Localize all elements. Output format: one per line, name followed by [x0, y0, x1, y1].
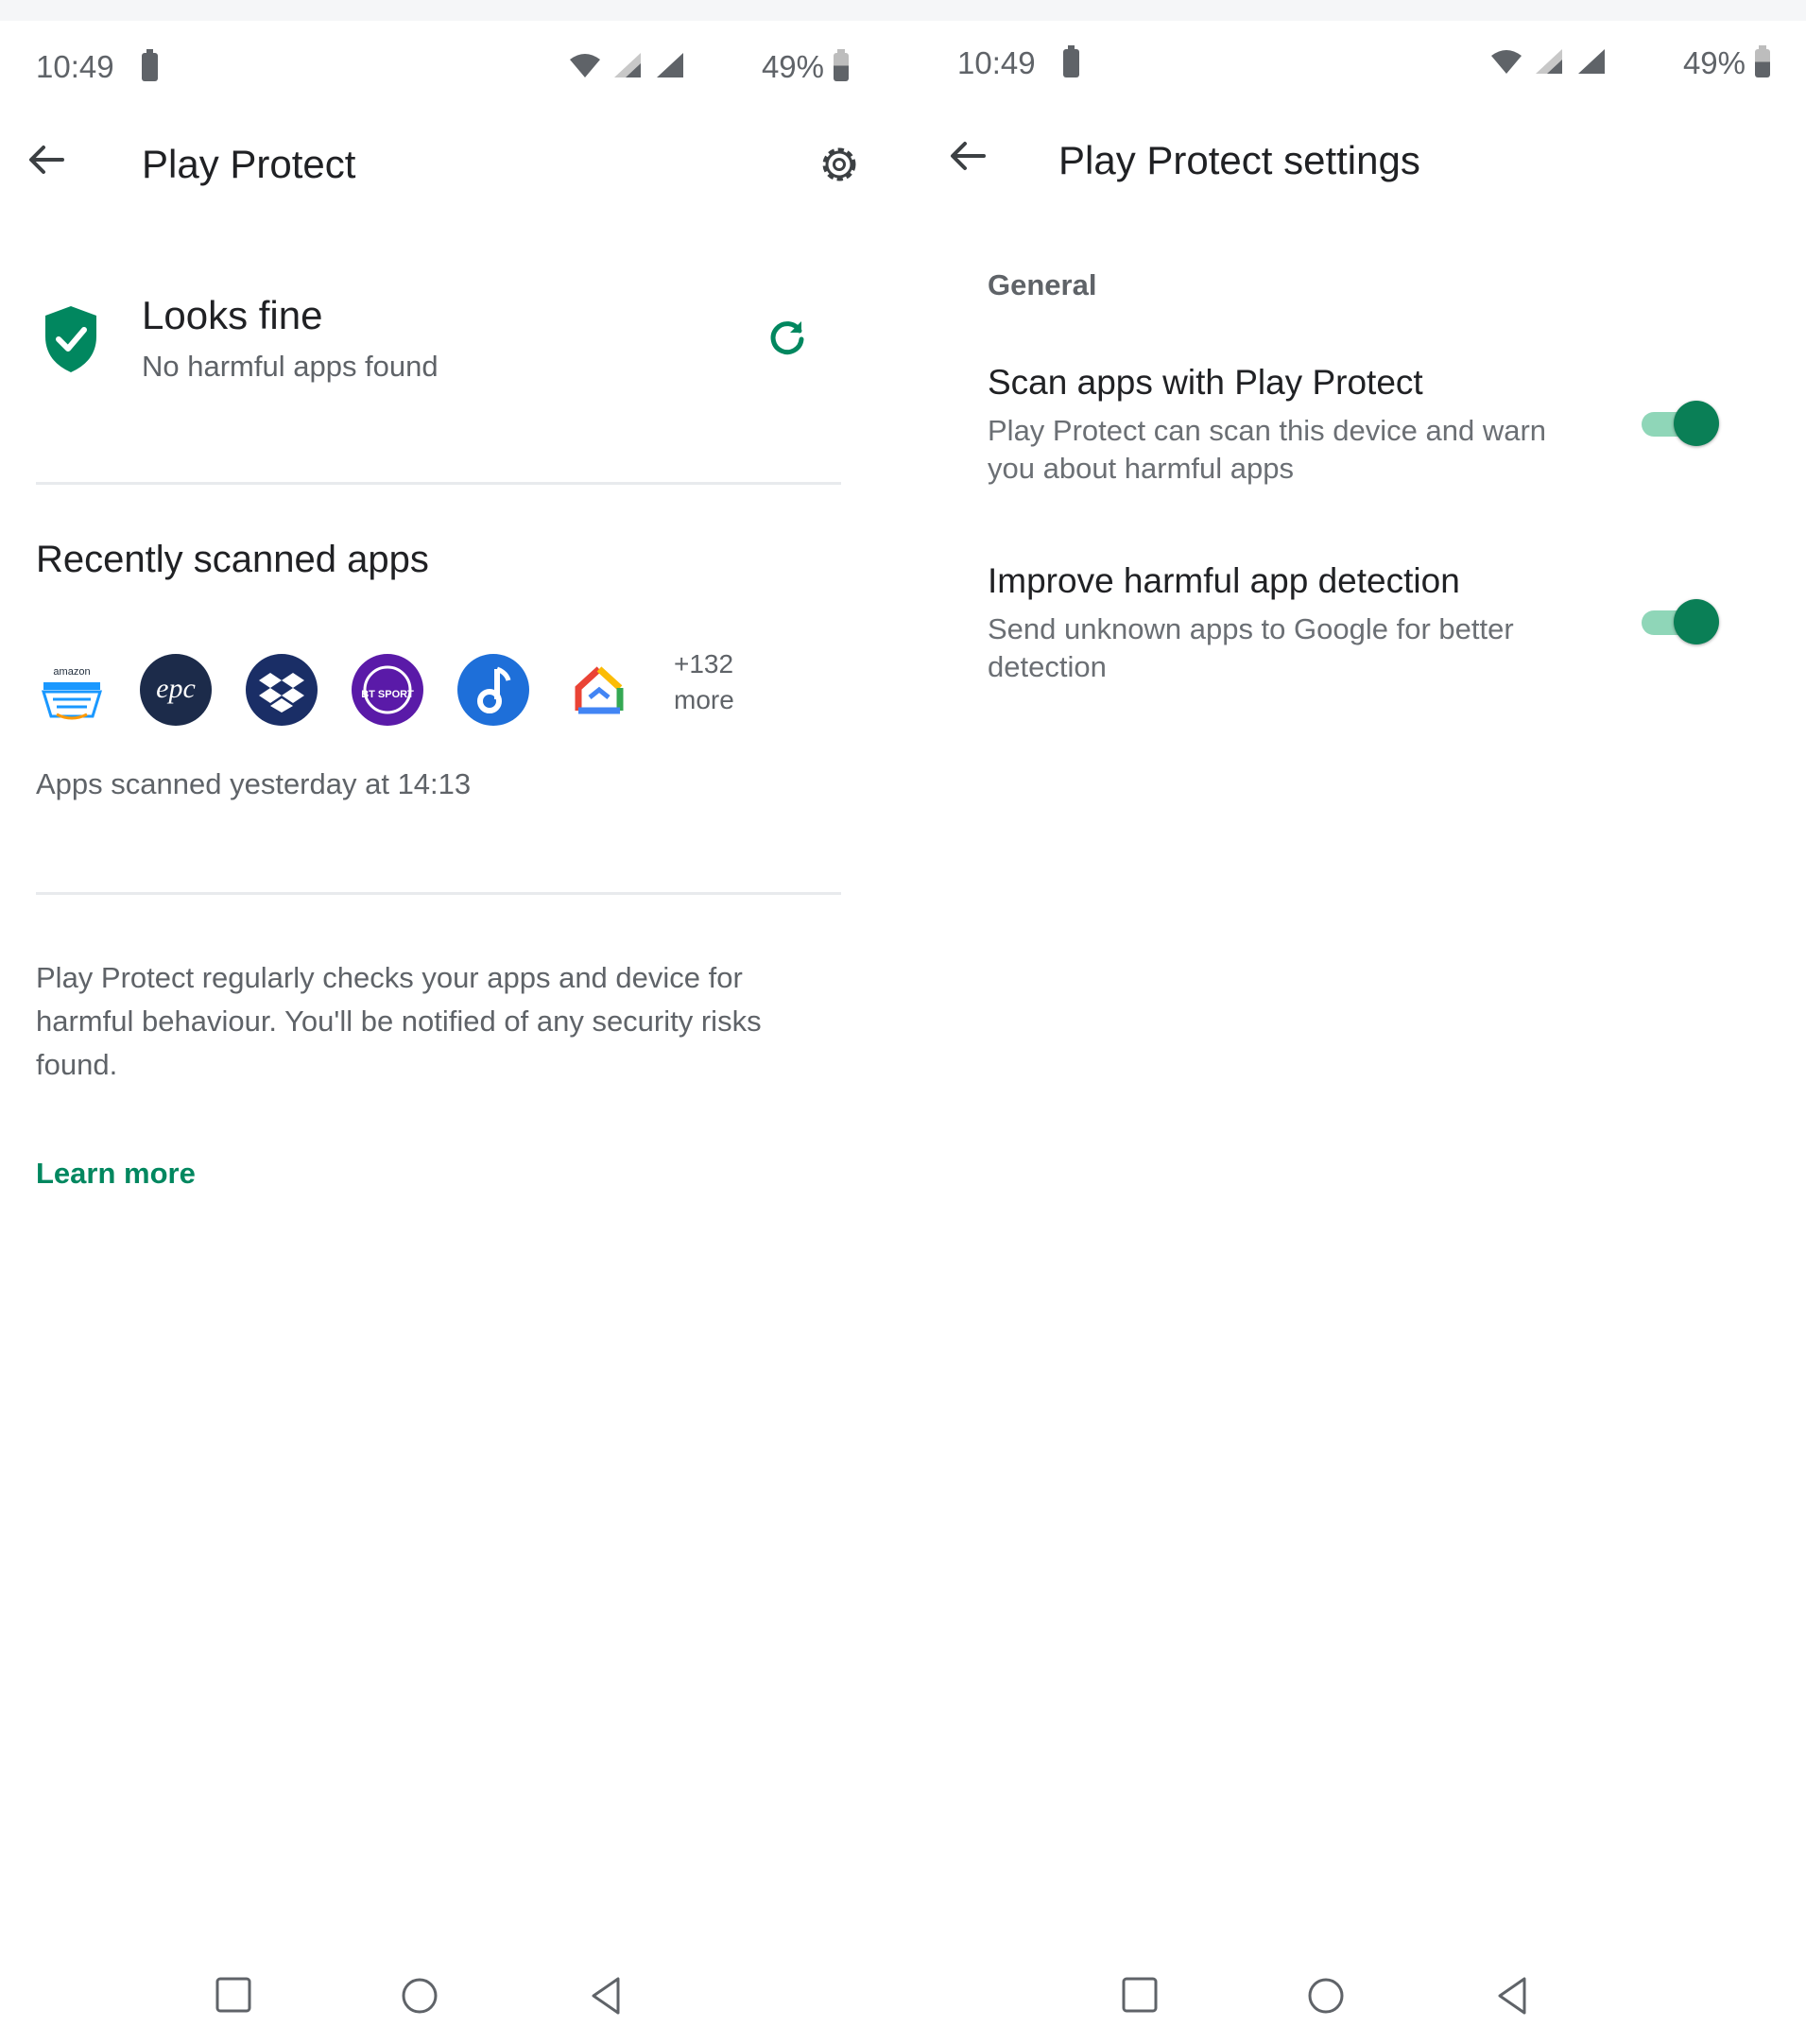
setting-title: Scan apps with Play Protect — [988, 363, 1423, 402]
music-app-icon[interactable] — [457, 654, 529, 726]
more-apps-count[interactable]: +132 more — [674, 646, 734, 718]
notification-icon — [142, 49, 158, 81]
home-circle-icon[interactable] — [1305, 1975, 1347, 2017]
app-bar: Play Protect — [0, 115, 903, 210]
wifi-icon — [570, 54, 600, 77]
section-header: General — [988, 268, 1097, 301]
svg-text:amazon: amazon — [53, 666, 90, 678]
settings-gear-icon[interactable] — [815, 140, 864, 189]
status-bar: 10:49 49% — [921, 36, 1806, 93]
back-triangle-icon[interactable] — [586, 1975, 628, 2017]
battery-percent: 49% — [761, 49, 824, 84]
scan-apps-toggle[interactable] — [1642, 401, 1719, 446]
recent-apps-row: amazon epc BT SPORT +132 more — [36, 635, 754, 739]
battery-percent: 49% — [1682, 45, 1746, 80]
wifi-icon — [1491, 50, 1522, 74]
notification-icon — [1063, 45, 1079, 77]
bt-sport-app-icon[interactable]: BT SPORT — [352, 654, 423, 726]
recent-apps-heading: Recently scanned apps — [36, 539, 429, 580]
scan-timestamp: Apps scanned yesterday at 14:13 — [36, 767, 472, 800]
setting-summary: Send unknown apps to Google for better d… — [988, 612, 1514, 683]
back-arrow-icon[interactable] — [944, 132, 991, 180]
status-subtitle: No harmful apps found — [142, 350, 439, 383]
status-title: Looks fine — [142, 293, 323, 337]
svg-text:BT SPORT: BT SPORT — [361, 689, 414, 700]
recents-square-icon[interactable] — [214, 1975, 255, 2017]
setting-summary: Play Protect can scan this device and wa… — [988, 414, 1547, 485]
signal-icon — [657, 53, 683, 77]
page-title: Play Protect — [142, 142, 356, 186]
amazon-app-icon[interactable]: amazon — [36, 654, 108, 726]
battery-icon — [834, 49, 849, 81]
play-protect-screen: 10:49 49% Play Protect Looks fine No har… — [0, 21, 903, 2044]
status-time: 10:49 — [36, 49, 114, 84]
svg-text:epc: epc — [156, 673, 196, 704]
signal-icon — [1536, 49, 1562, 74]
shield-check-icon — [45, 306, 96, 372]
top-strip — [0, 0, 1806, 21]
back-triangle-icon[interactable] — [1492, 1975, 1534, 2017]
learn-more-link[interactable]: Learn more — [36, 1157, 196, 1191]
page-title: Play Protect settings — [1058, 138, 1420, 182]
status-bar: 10:49 49% — [0, 40, 903, 96]
google-home-app-icon[interactable] — [563, 654, 635, 726]
improve-detection-toggle[interactable] — [1642, 599, 1719, 644]
signal-icon — [1578, 49, 1605, 74]
signal-icon — [614, 53, 641, 77]
recents-square-icon[interactable] — [1120, 1975, 1161, 2017]
app-bar: Play Protect settings — [921, 112, 1806, 206]
home-circle-icon[interactable] — [399, 1975, 440, 2017]
system-nav-bar — [906, 1975, 1806, 2041]
status-time: 10:49 — [957, 45, 1036, 80]
divider — [36, 482, 841, 485]
refresh-icon[interactable] — [764, 314, 811, 361]
play-protect-settings-screen: 10:49 49% Play Protect settings General … — [921, 21, 1806, 2044]
setting-title: Improve harmful app detection — [988, 561, 1460, 600]
back-arrow-icon[interactable] — [23, 136, 70, 183]
epc-app-icon[interactable]: epc — [140, 654, 212, 726]
system-nav-bar — [0, 1975, 903, 2041]
description-text: Play Protect regularly checks your apps … — [36, 961, 762, 1081]
battery-icon — [1755, 45, 1770, 77]
divider — [36, 892, 841, 895]
dropbox-app-icon[interactable] — [246, 654, 318, 726]
